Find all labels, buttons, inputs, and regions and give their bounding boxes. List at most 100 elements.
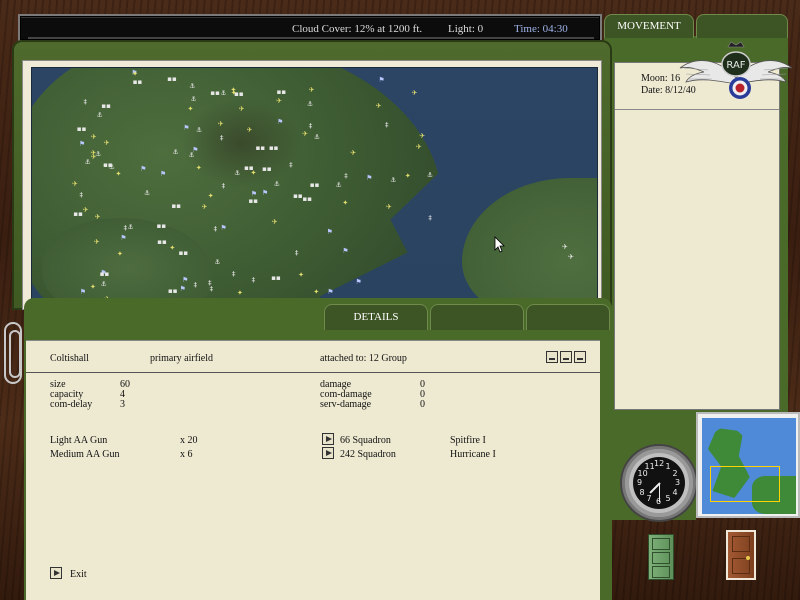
map-unit-marker[interactable]: ‡ bbox=[295, 250, 299, 257]
maximize-button[interactable] bbox=[574, 351, 586, 363]
map-unit-marker[interactable]: ▪▪ bbox=[100, 270, 110, 278]
map-unit-marker[interactable]: ⚓ bbox=[172, 148, 178, 156]
map-unit-marker[interactable]: ▪▪ bbox=[256, 145, 266, 152]
map-unit-marker[interactable]: ‡ bbox=[252, 276, 256, 284]
map-unit-marker[interactable]: ‡ bbox=[232, 271, 236, 278]
map-unit-marker[interactable]: ‡ bbox=[208, 280, 212, 287]
map-unit-marker[interactable]: ⚑ bbox=[79, 140, 85, 148]
map-unit-marker[interactable]: ⚑ bbox=[342, 248, 348, 255]
map-unit-marker[interactable]: ✈ bbox=[568, 254, 574, 261]
map-unit-marker[interactable]: ⚓ bbox=[85, 158, 91, 166]
map-unit-marker[interactable]: ▪▪ bbox=[73, 211, 83, 218]
map-unit-marker[interactable]: ✦ bbox=[298, 272, 304, 279]
map-unit-marker[interactable]: ✈ bbox=[276, 98, 282, 105]
map-unit-marker[interactable]: ✦ bbox=[169, 244, 175, 252]
map-unit-marker[interactable]: ✈ bbox=[72, 181, 78, 188]
map-unit-marker[interactable]: ✈ bbox=[272, 218, 278, 226]
map-unit-marker[interactable]: ▪▪ bbox=[277, 89, 287, 96]
map-unit-marker[interactable]: ▪▪ bbox=[157, 223, 167, 230]
filing-cabinet-icon[interactable] bbox=[648, 534, 674, 580]
squadron-select-button[interactable] bbox=[322, 447, 334, 459]
campaign-map[interactable]: ▪▪⚑⚑‡✈▪▪⚓✦✦⚑⚓⚓▪▪✈⚓⚓‡⚓▪▪⚑✈✦⚓▪▪✦▪▪⚓‡▪▪✈✈✈✦… bbox=[31, 67, 598, 301]
map-unit-marker[interactable]: ▪▪ bbox=[249, 197, 259, 205]
map-unit-marker[interactable]: ✦ bbox=[196, 165, 202, 172]
map-unit-marker[interactable]: ⚑ bbox=[180, 286, 186, 293]
map-unit-marker[interactable]: ✈ bbox=[376, 103, 382, 110]
map-unit-marker[interactable]: ▪▪ bbox=[303, 196, 313, 203]
map-unit-marker[interactable]: ✦ bbox=[208, 193, 214, 200]
map-unit-marker[interactable]: ▪▪ bbox=[168, 288, 178, 295]
map-unit-marker[interactable]: ⚑ bbox=[182, 276, 188, 284]
map-unit-marker[interactable]: ✦ bbox=[342, 199, 348, 207]
map-unit-marker[interactable]: ⚑ bbox=[277, 119, 283, 126]
map-unit-marker[interactable]: ⚑ bbox=[355, 278, 361, 286]
map-unit-marker[interactable]: ⚓ bbox=[214, 259, 220, 266]
map-unit-marker[interactable]: ‡ bbox=[83, 99, 87, 106]
map-unit-marker[interactable]: ✦ bbox=[90, 284, 96, 291]
squadron-name[interactable]: 66 Squadron bbox=[340, 435, 391, 446]
minimap-view-frame[interactable] bbox=[710, 466, 780, 502]
map-unit-marker[interactable]: ⚓ bbox=[234, 170, 240, 177]
map-unit-marker[interactable]: ▪▪ bbox=[77, 125, 87, 133]
map-unit-marker[interactable]: ⚑ bbox=[251, 191, 257, 198]
tab-secondary[interactable] bbox=[696, 14, 788, 38]
map-unit-marker[interactable]: ⚑ bbox=[192, 146, 198, 154]
map-unit-marker[interactable]: ▪▪ bbox=[262, 166, 272, 173]
map-unit-marker[interactable]: ‡ bbox=[80, 192, 84, 199]
map-unit-marker[interactable]: ✦ bbox=[313, 289, 319, 296]
map-unit-marker[interactable]: ✈ bbox=[94, 239, 100, 246]
map-unit-marker[interactable]: ⚓ bbox=[390, 177, 396, 184]
map-unit-marker[interactable]: ⚑ bbox=[366, 174, 372, 182]
tab-details-tertiary[interactable] bbox=[526, 304, 610, 330]
minimap[interactable] bbox=[696, 412, 800, 518]
map-unit-marker[interactable]: ⚓ bbox=[109, 164, 115, 171]
map-unit-marker[interactable]: ▪▪ bbox=[210, 89, 220, 97]
map-unit-marker[interactable]: ⚑ bbox=[160, 171, 166, 178]
map-unit-marker[interactable]: ⚓ bbox=[427, 171, 433, 179]
map-unit-marker[interactable]: ‡ bbox=[309, 123, 313, 130]
map-unit-marker[interactable]: ▪▪ bbox=[101, 102, 111, 110]
map-unit-marker[interactable]: ✈ bbox=[91, 133, 97, 141]
exit-button[interactable] bbox=[50, 567, 62, 579]
map-unit-marker[interactable]: ▪▪ bbox=[171, 203, 181, 210]
map-unit-marker[interactable]: ⚑ bbox=[327, 229, 333, 236]
map-unit-marker[interactable]: ▪▪ bbox=[167, 75, 177, 83]
map-unit-marker[interactable]: ✈ bbox=[239, 105, 245, 113]
map-unit-marker[interactable]: ⚓ bbox=[144, 190, 150, 197]
squadron-name[interactable]: 242 Squadron bbox=[340, 449, 396, 460]
map-unit-marker[interactable]: ✈ bbox=[309, 87, 315, 94]
map-unit-marker[interactable]: ‡ bbox=[385, 122, 389, 129]
map-unit-marker[interactable]: ✈ bbox=[202, 203, 208, 211]
map-unit-marker[interactable]: ⚓ bbox=[274, 181, 280, 188]
map-unit-marker[interactable]: ⚓ bbox=[97, 112, 103, 119]
map-unit-marker[interactable]: ✈ bbox=[386, 203, 392, 211]
map-unit-marker[interactable]: ⚑ bbox=[140, 165, 146, 173]
map-unit-marker[interactable]: ✈ bbox=[419, 132, 425, 140]
map-unit-marker[interactable]: ▪▪ bbox=[157, 239, 167, 246]
map-unit-marker[interactable]: ▪▪ bbox=[244, 164, 254, 172]
map-unit-marker[interactable]: ⚓ bbox=[336, 182, 342, 189]
map-unit-marker[interactable]: ▪▪ bbox=[179, 250, 189, 257]
exit-label[interactable]: Exit bbox=[70, 569, 87, 580]
map-unit-marker[interactable]: ✈ bbox=[412, 90, 418, 97]
map-unit-marker[interactable]: ✈ bbox=[104, 139, 110, 147]
map-unit-marker[interactable]: ‡ bbox=[194, 282, 198, 289]
restore-button[interactable] bbox=[560, 351, 572, 363]
map-unit-marker[interactable]: ✦ bbox=[405, 172, 411, 180]
map-unit-marker[interactable]: ▪▪ bbox=[293, 193, 303, 200]
map-unit-marker[interactable]: ‡ bbox=[289, 161, 293, 169]
map-unit-marker[interactable]: ✈ bbox=[416, 144, 422, 151]
map-unit-marker[interactable]: ✦ bbox=[231, 89, 237, 97]
map-unit-marker[interactable]: ‡ bbox=[124, 225, 128, 232]
map-unit-marker[interactable]: ✈ bbox=[90, 150, 96, 157]
map-unit-marker[interactable]: ✈ bbox=[247, 127, 253, 134]
map-unit-marker[interactable]: ✦ bbox=[117, 250, 123, 258]
minimize-button[interactable] bbox=[546, 351, 558, 363]
map-unit-marker[interactable]: ⚓ bbox=[314, 134, 320, 141]
map-unit-marker[interactable]: ⚓ bbox=[220, 89, 226, 97]
map-unit-marker[interactable]: ✦ bbox=[115, 171, 121, 178]
map-unit-marker[interactable]: ⚑ bbox=[220, 225, 226, 232]
map-unit-marker[interactable]: ✦ bbox=[188, 106, 194, 113]
map-unit-marker[interactable]: ‡ bbox=[222, 183, 226, 190]
map-unit-marker[interactable]: ⚑ bbox=[183, 125, 189, 132]
